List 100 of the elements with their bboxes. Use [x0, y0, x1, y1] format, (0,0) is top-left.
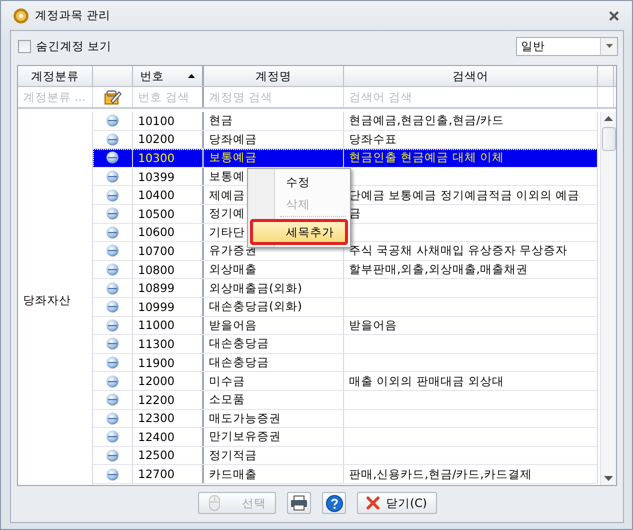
status-dot-icon — [106, 300, 119, 314]
table-cell: 12400 — [138, 430, 175, 444]
table-cell: 당좌예금 — [209, 132, 257, 147]
table-row[interactable]: 12700 카드매출 판매,신용카드,현금/카드,카드결제 — [93, 465, 598, 484]
scroll-down-icon[interactable] — [604, 476, 613, 481]
status-dot-icon — [106, 132, 119, 146]
table-cell: 10500 — [138, 206, 175, 221]
table-cell: 매도가능증권 — [209, 410, 281, 426]
table-cell: 12200 — [138, 392, 175, 407]
print-button[interactable] — [287, 492, 311, 514]
column-header[interactable]: 번호 — [133, 66, 204, 86]
status-dot-icon — [106, 393, 119, 406]
view-dropdown[interactable]: 일반 — [516, 36, 618, 56]
edit-icon[interactable] — [104, 89, 122, 105]
table-cell: 10899 — [138, 281, 175, 296]
table-cell: 11300 — [138, 336, 175, 351]
table-cell: 보통예금 — [209, 150, 257, 166]
status-dot-icon — [106, 151, 119, 164]
table-row[interactable]: 11900 대손충당금 — [93, 354, 598, 372]
table-row[interactable]: 10300 보통예금 현금인출 현금예금 대체 이체 — [93, 149, 598, 168]
help-icon — [326, 494, 342, 512]
table-cell: 12500 — [138, 448, 175, 462]
table-row[interactable]: 11300 대손충당금 — [93, 335, 598, 354]
status-dot-icon — [106, 226, 119, 239]
table-cell: 현금 — [209, 113, 233, 128]
status-dot-icon — [106, 356, 119, 370]
checkbox[interactable] — [18, 40, 31, 52]
table-cell: 금 — [349, 206, 361, 222]
table-cell: 보통예 — [209, 169, 245, 184]
table-cell: 받을어음 — [349, 318, 397, 333]
status-dot-icon — [106, 282, 119, 295]
table-cell: 만기보유증권 — [209, 429, 281, 444]
status-dot-icon — [106, 468, 119, 481]
table-cell: 12300 — [138, 411, 175, 426]
table-row[interactable]: 10999 대손충당금(외화) — [93, 298, 598, 317]
table-cell: 10600 — [138, 225, 175, 240]
table-cell: 매출 이외의 판매대금 외상대 — [349, 374, 504, 389]
table-row[interactable]: 10800 외상매출 할부판매,외출,외상매출,매출채권 — [93, 260, 598, 280]
status-dot-icon — [106, 412, 119, 425]
table-cell: 10300 — [138, 150, 175, 165]
table-cell: 10400 — [138, 188, 175, 202]
table-cell: 제예금 — [209, 188, 245, 203]
table-cell: 12700 — [138, 467, 175, 482]
table-row[interactable]: 12500 정기적금 — [93, 446, 598, 466]
table-row[interactable]: 12300 매도가능증권 — [93, 410, 598, 428]
category-cell: 당좌자산 — [18, 112, 93, 485]
table-cell: 기타단 — [209, 224, 245, 240]
column-header[interactable]: 계정분류 — [18, 66, 93, 86]
close-button[interactable]: 닫기(C) — [357, 492, 437, 514]
table-row[interactable]: 11000 받을어음 받을어음 — [93, 316, 598, 336]
status-dot-icon — [106, 337, 119, 350]
printer-icon — [290, 495, 308, 511]
status-dot-icon — [106, 188, 119, 202]
table-cell: 소모품 — [209, 392, 245, 408]
scroll-up-icon[interactable] — [604, 116, 613, 121]
table-cell: 외상매출금(외화) — [209, 280, 302, 296]
table-cell: 카드매출 — [209, 466, 257, 482]
window-title: 계정과목 관리 — [35, 8, 112, 23]
status-dot-icon — [106, 374, 119, 388]
checkbox-label[interactable]: 숨긴계정 보기 — [36, 38, 511, 54]
table-cell: 판매,신용카드,현금/카드,카드결제 — [349, 466, 532, 482]
table-row[interactable]: 12000 미수금 매출 이외의 판매대금 외상대 — [93, 372, 598, 391]
status-dot-icon — [106, 318, 119, 332]
table-cell: 12000 — [138, 374, 175, 388]
scroll-thumb[interactable] — [602, 127, 616, 151]
status-dot-icon — [106, 207, 119, 220]
status-dot-icon — [106, 244, 119, 258]
table-cell: 10100 — [138, 114, 175, 128]
mouse-icon — [209, 495, 220, 511]
table-cell: 10999 — [138, 300, 175, 314]
column-header[interactable]: 계정명 — [204, 66, 344, 86]
menu-item[interactable]: 세목추가 — [250, 219, 348, 245]
close-icon[interactable] — [608, 10, 620, 22]
table-row[interactable]: 10899 외상매출금(외화) — [93, 279, 598, 298]
status-dot-icon — [106, 114, 119, 128]
table-row[interactable]: 12400 만기보유증권 — [93, 428, 598, 447]
status-dot-icon — [106, 263, 119, 276]
table-row[interactable]: 12200 소모품 — [93, 390, 598, 410]
table-cell: 10700 — [138, 244, 175, 258]
table-cell: 11000 — [138, 318, 175, 332]
coin-icon — [13, 8, 29, 24]
menu-item[interactable]: 수정 — [250, 171, 348, 193]
table-cell: 주식 국공채 사채매입 유상증자 무상증자 — [349, 243, 568, 258]
table-cell: 당좌수표 — [349, 132, 397, 147]
help-button[interactable] — [322, 492, 346, 514]
table-cell: 정기적금 — [209, 448, 257, 463]
table-cell: 11900 — [138, 356, 175, 370]
table-cell: 외상매출 — [209, 262, 257, 278]
table-cell: 대손충당금 — [209, 336, 269, 352]
table-cell: 할부판매,외출,외상매출,매출채권 — [349, 262, 528, 278]
dropdown-arrow-icon — [606, 44, 612, 48]
table-cell: 받을어음 — [209, 318, 257, 333]
column-header[interactable]: 검색어 — [344, 66, 598, 86]
table-cell: 현금인출 현금예금 대체 이체 — [349, 150, 504, 166]
scrollbar[interactable] — [600, 112, 616, 485]
menu-item: 삭제 — [285, 196, 311, 212]
table-row[interactable]: 10100 현금 현금예금,현금인출,현금/카드 — [93, 112, 598, 131]
status-dot-icon — [106, 430, 119, 444]
table-cell: 미수금 — [209, 374, 245, 389]
close-icon — [366, 496, 380, 510]
